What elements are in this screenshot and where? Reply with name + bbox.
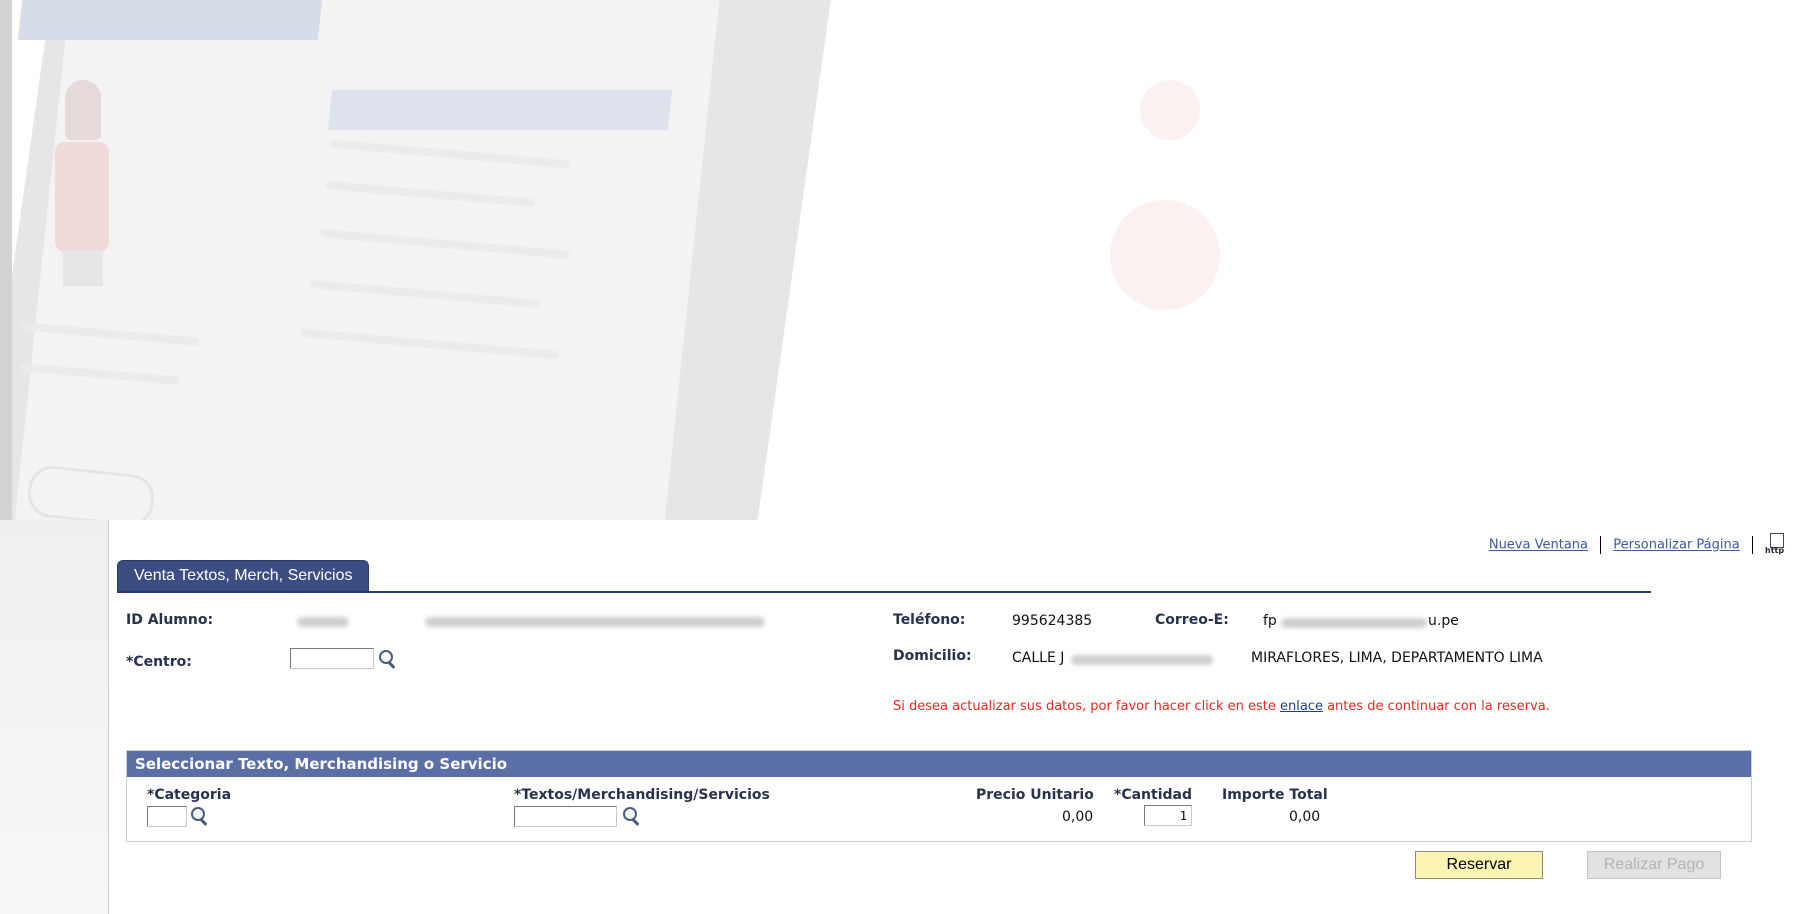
address-suffix: MIRAFLORES, LIMA, DEPARTAMENTO LIMA — [1251, 650, 1543, 666]
reservar-button[interactable]: Reservar — [1415, 851, 1543, 879]
student-name-redacted — [425, 617, 765, 627]
background-lower-left — [0, 520, 110, 914]
tab-venta-textos[interactable]: Venta Textos, Merch, Servicios — [117, 560, 370, 591]
email-suffix: u.pe — [1428, 613, 1459, 629]
centro-label: *Centro: — [126, 654, 192, 670]
background-tablet-screen — [10, 0, 720, 520]
categoria-lookup-icon[interactable] — [189, 806, 209, 826]
background-guard-figure — [45, 80, 115, 286]
update-data-link[interactable]: enlace — [1280, 699, 1323, 714]
selection-grid: Seleccionar Texto, Merchandising o Servi… — [126, 750, 1752, 842]
address-label: Domicilio: — [893, 648, 972, 664]
grid-title: Seleccionar Texto, Merchandising o Servi… — [127, 751, 1751, 777]
link-separator — [1600, 536, 1602, 554]
address-redacted — [1071, 655, 1213, 665]
sales-panel: Nueva Ventana Personalizar Página http V… — [108, 520, 1806, 914]
col-textos: *Textos/Merchandising/Servicios — [514, 787, 770, 803]
background-red-shape — [1110, 80, 1230, 310]
textos-lookup-icon[interactable] — [621, 806, 641, 826]
address-prefix: CALLE J — [1012, 650, 1065, 666]
cantidad-input[interactable] — [1144, 805, 1192, 826]
col-precio-unitario: Precio Unitario — [976, 787, 1094, 803]
col-cantidad: *Cantidad — [1114, 787, 1192, 803]
col-categoria: *Categoria — [147, 787, 232, 803]
textos-input[interactable] — [514, 806, 617, 827]
background-menu-bar — [327, 90, 673, 130]
new-window-link[interactable]: Nueva Ventana — [1489, 538, 1588, 553]
precio-unitario-value: 0,00 — [1062, 809, 1094, 825]
update-data-notice: Si desea actualizar sus datos, por favor… — [893, 698, 1723, 715]
notice-text: Si desea actualizar sus datos, por favor… — [893, 699, 1280, 714]
personalize-page-link[interactable]: Personalizar Página — [1613, 538, 1739, 553]
col-importe-total: Importe Total — [1222, 787, 1328, 803]
background-illustration — [0, 0, 1806, 520]
notice-text-end: antes de continuar con la reserva. — [1322, 699, 1550, 714]
link-separator — [1751, 536, 1753, 554]
student-id-redacted — [297, 617, 349, 627]
phone-value: 995624385 — [1012, 613, 1093, 629]
centro-input[interactable] — [290, 648, 374, 669]
email-redacted — [1281, 618, 1427, 628]
categoria-input[interactable] — [147, 806, 187, 827]
phone-label: Teléfono: — [893, 612, 966, 628]
email-label: Correo-E: — [1155, 612, 1229, 628]
importe-total-value: 0,00 — [1289, 809, 1321, 825]
student-id-label: ID Alumno: — [126, 612, 214, 628]
tab-underline — [117, 591, 1651, 593]
centro-lookup-icon[interactable] — [377, 649, 397, 669]
page-links: Nueva Ventana Personalizar Página http — [1489, 533, 1787, 557]
http-link-icon[interactable]: http — [1765, 533, 1787, 557]
realizar-pago-button[interactable]: Realizar Pago — [1587, 851, 1721, 879]
background-header-bar — [17, 0, 323, 40]
email-prefix: fp — [1263, 613, 1277, 629]
